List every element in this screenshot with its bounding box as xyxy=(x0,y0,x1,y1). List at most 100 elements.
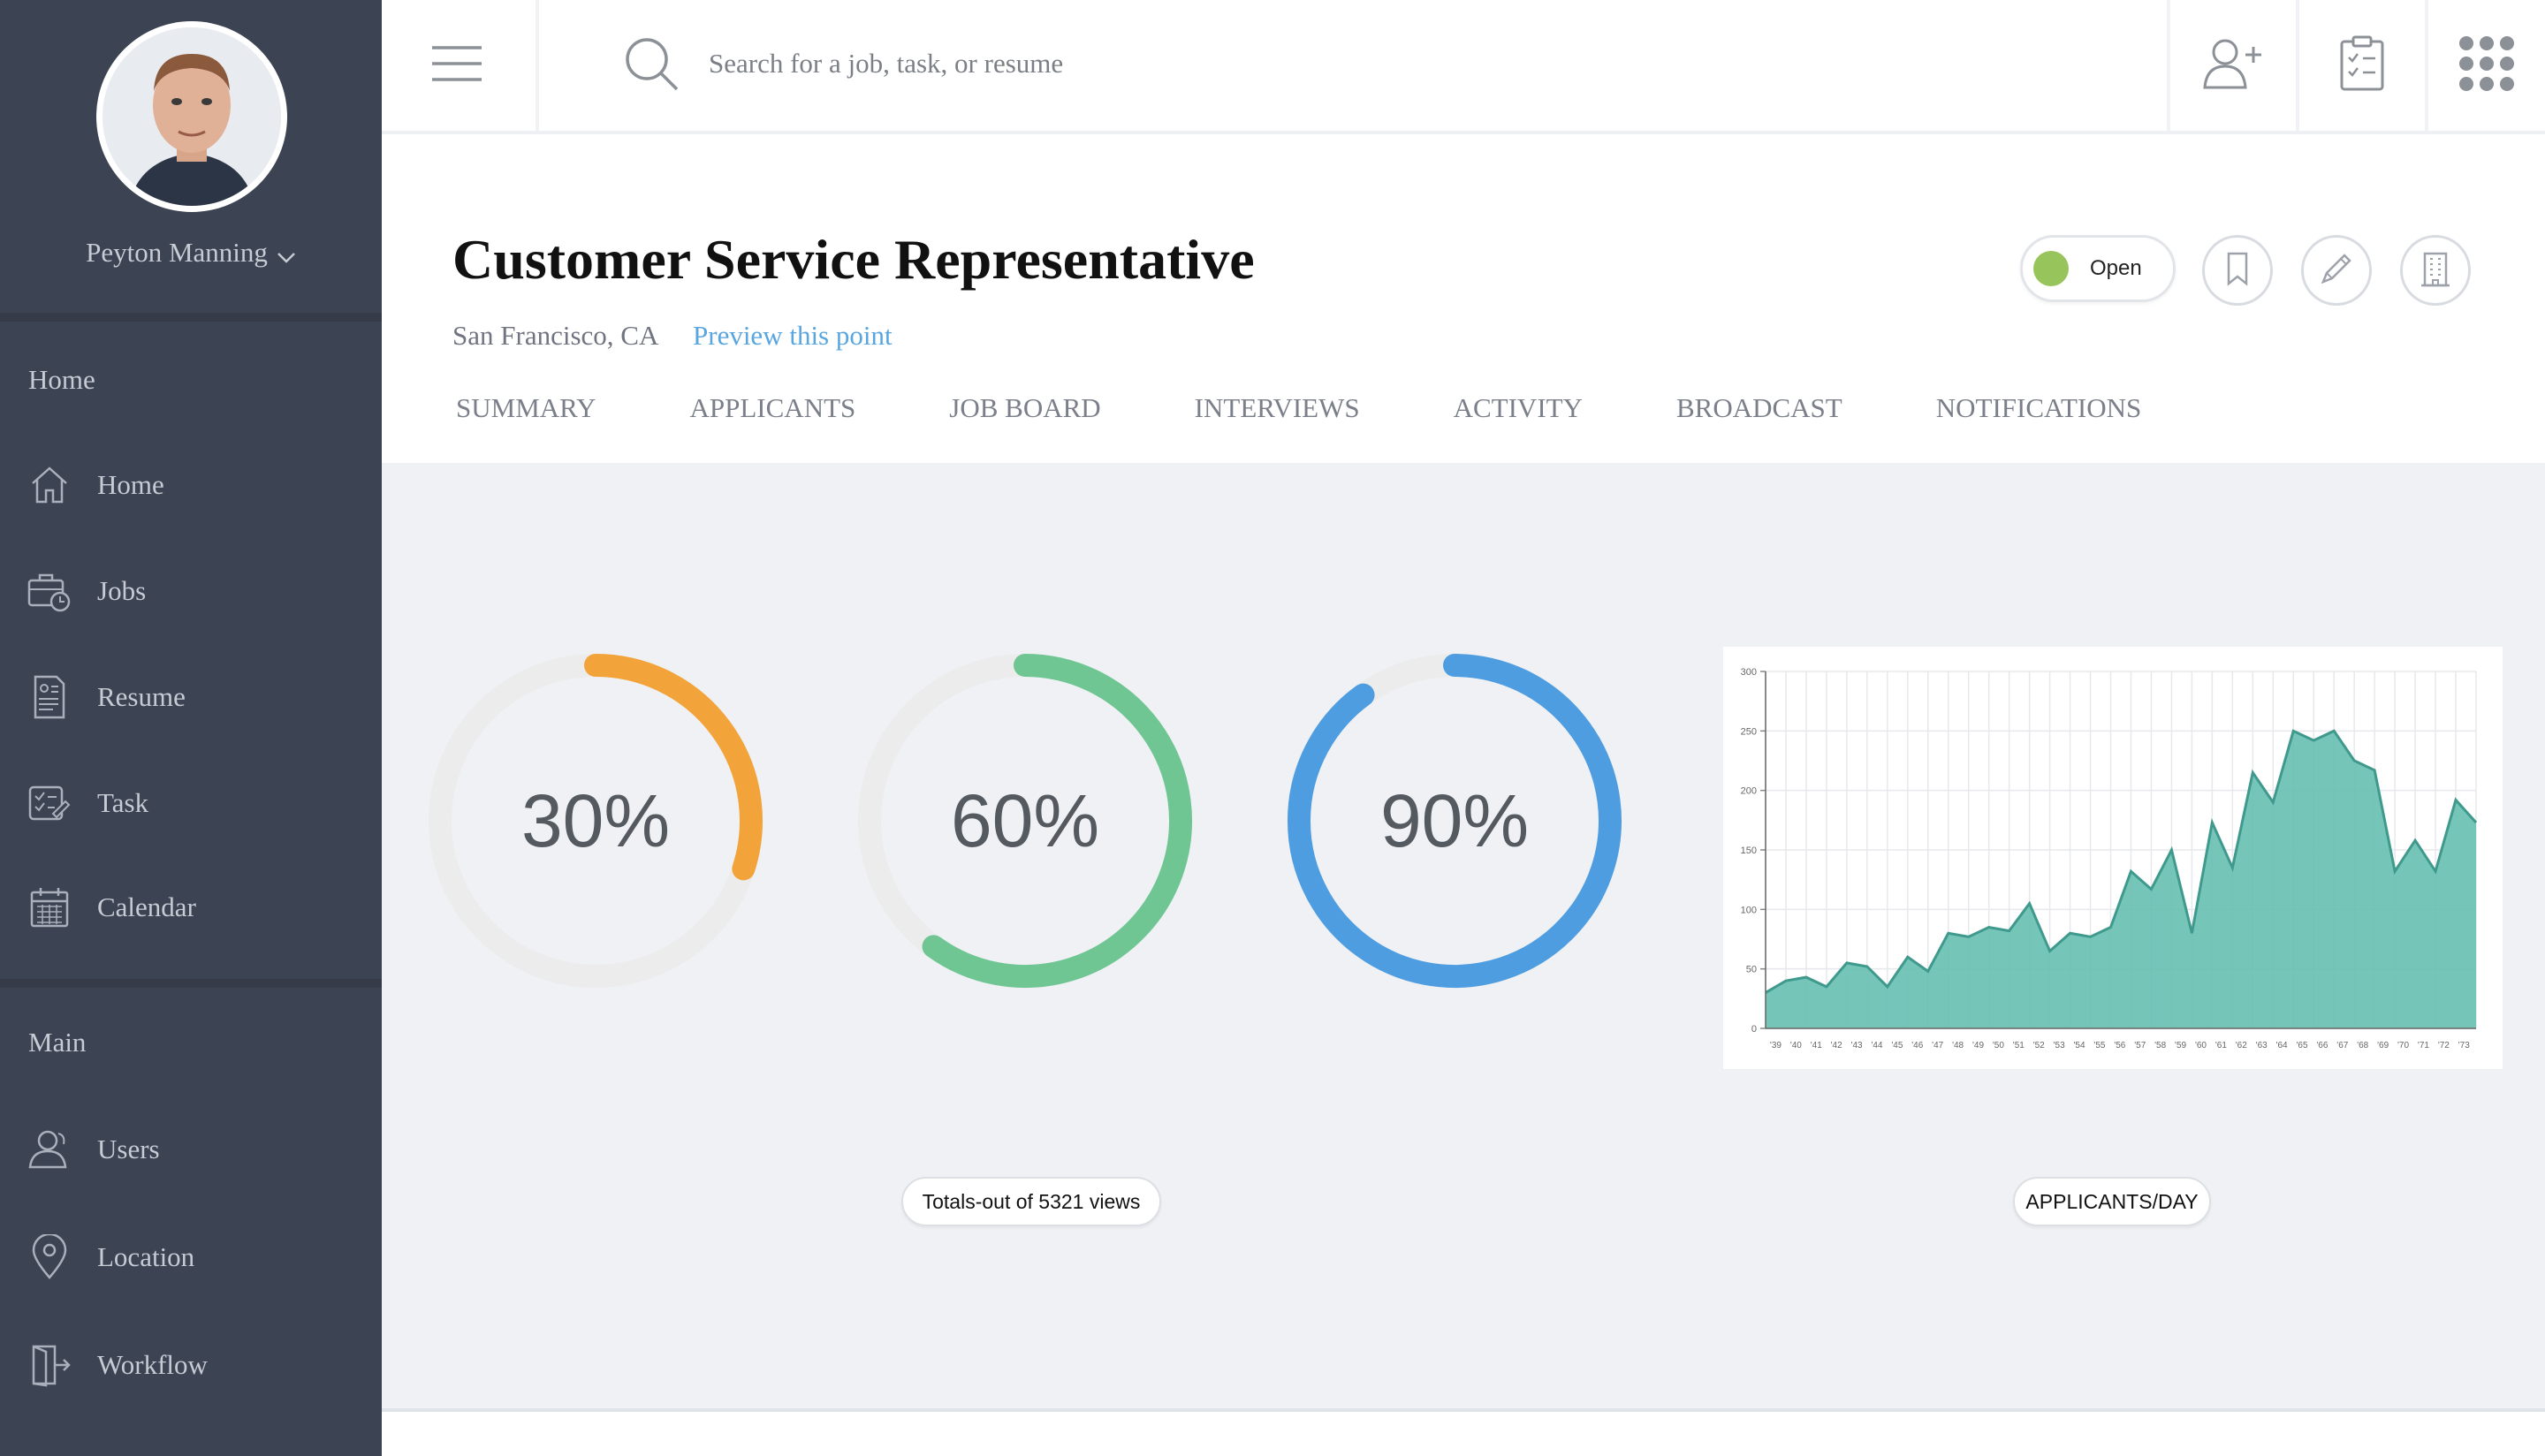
status-label: Open xyxy=(2090,256,2142,280)
y-tick-label: 250 xyxy=(1741,726,1757,737)
applicants-chart: 0 50 100 150 200 250 300 '39 '40 '41 '42 '43 '44 '45 '… xyxy=(1723,647,2503,1069)
workflow-icon xyxy=(25,1340,74,1390)
y-tick-label: 100 xyxy=(1741,905,1757,915)
sidebar-item-location[interactable]: Location xyxy=(0,1217,382,1297)
x-tick-label: '61 xyxy=(2215,1041,2227,1050)
avatar[interactable] xyxy=(96,21,287,212)
pencil-icon xyxy=(2318,250,2355,292)
x-tick-label: '44 xyxy=(1871,1041,1882,1050)
tab-activity[interactable]: ACTIVITY xyxy=(1454,392,1583,424)
chart-caption: APPLICANTS/DAY xyxy=(2013,1177,2211,1226)
sidebar-divider xyxy=(0,979,382,988)
profile-area: Peyton Manning xyxy=(0,0,382,322)
status-toggle[interactable]: Open xyxy=(2020,235,2176,302)
sidebar-item-jobs[interactable]: Jobs xyxy=(0,551,382,631)
tab-interviews[interactable]: INTERVIEWS xyxy=(1195,392,1360,424)
company-button[interactable] xyxy=(2400,235,2471,306)
sidebar-item-workflow[interactable]: Workflow xyxy=(0,1325,382,1405)
x-tick-label: '69 xyxy=(2377,1041,2389,1050)
avatar-photo xyxy=(103,27,281,206)
sidebar-item-resume[interactable]: Resume xyxy=(0,657,382,737)
x-tick-label: '59 xyxy=(2175,1041,2186,1050)
x-tick-label: '54 xyxy=(2074,1041,2085,1050)
x-tick-label: '64 xyxy=(2276,1041,2288,1050)
x-tick-label: '46 xyxy=(1911,1041,1923,1050)
sidebar-item-users[interactable]: Users xyxy=(0,1110,382,1189)
sidebar-item-label: Jobs xyxy=(97,575,147,606)
edit-button[interactable] xyxy=(2301,235,2372,306)
sidebar-item-label: Workflow xyxy=(97,1349,208,1380)
x-tick-label: '57 xyxy=(2134,1041,2146,1050)
clipboard-button[interactable] xyxy=(2299,0,2425,131)
x-tick-label: '40 xyxy=(1790,1041,1802,1050)
x-tick-label: '60 xyxy=(2195,1041,2207,1050)
sidebar-item-task[interactable]: Task xyxy=(0,763,382,843)
sidebar: Peyton Manning Home Home Jobs Resume Tas… xyxy=(0,0,382,1456)
location-pin-icon xyxy=(25,1232,74,1282)
x-tick-label: '66 xyxy=(2316,1041,2328,1050)
donut-chart-3: 90% xyxy=(1281,648,1628,994)
tab-notifications[interactable]: NOTIFICATIONS xyxy=(1936,392,2142,424)
clipboard-check-icon xyxy=(2338,34,2386,97)
x-tick-label: '65 xyxy=(2296,1041,2307,1050)
section-title-home: Home xyxy=(28,364,95,395)
donut-value: 90% xyxy=(1379,778,1530,862)
status-dot xyxy=(2033,251,2069,286)
area-chart-svg: 0 50 100 150 200 250 300 '39 '40 '41 '42 '43 '44 '45 '… xyxy=(1741,667,2478,1050)
job-tabs: SUMMARY APPLICANTS JOB BOARD INTERVIEWS … xyxy=(456,392,2235,424)
job-header: Customer Service Representative San Fran… xyxy=(382,134,2545,463)
search-input[interactable] xyxy=(709,39,1946,88)
donut-value: 30% xyxy=(520,778,671,862)
x-tick-label: '56 xyxy=(2114,1041,2125,1050)
bookmark-button[interactable] xyxy=(2202,235,2273,306)
y-tick-label: 150 xyxy=(1741,846,1757,856)
apps-button[interactable] xyxy=(2428,0,2545,131)
donut-chart-2: 60% xyxy=(852,648,1198,994)
home-icon xyxy=(25,460,74,510)
x-tick-label: '42 xyxy=(1831,1041,1842,1050)
tab-summary[interactable]: SUMMARY xyxy=(456,392,596,424)
apps-grid-icon xyxy=(2458,34,2516,97)
y-tick-label: 200 xyxy=(1741,786,1757,797)
sidebar-item-calendar[interactable]: Calendar xyxy=(0,868,382,947)
chevron-down-icon xyxy=(277,239,296,271)
add-user-button[interactable] xyxy=(2170,0,2296,131)
x-tick-label: '45 xyxy=(1891,1041,1903,1050)
x-tick-label: '53 xyxy=(2054,1041,2065,1050)
tab-broadcast[interactable]: BROADCAST xyxy=(1676,392,1842,424)
sidebar-item-label: Task xyxy=(97,787,149,818)
user-name: Peyton Manning xyxy=(86,237,268,268)
x-tick-label: '50 xyxy=(1993,1041,2004,1050)
x-tick-label: '63 xyxy=(2256,1041,2268,1050)
user-menu[interactable]: Peyton Manning xyxy=(0,237,382,271)
x-tick-label: '67 xyxy=(2336,1041,2348,1050)
x-tick-label: '55 xyxy=(2093,1041,2105,1050)
y-tick-label: 50 xyxy=(1746,965,1757,975)
x-tick-label: '41 xyxy=(1811,1041,1822,1050)
sidebar-item-label: Location xyxy=(97,1241,195,1272)
menu-button[interactable] xyxy=(382,0,532,131)
x-tick-label: '58 xyxy=(2154,1041,2166,1050)
page-title: Customer Service Representative xyxy=(452,228,1255,291)
search-button[interactable] xyxy=(594,0,709,131)
add-user-icon xyxy=(2202,36,2264,95)
sidebar-item-home[interactable]: Home xyxy=(0,445,382,525)
resume-icon xyxy=(25,672,74,722)
footer-area xyxy=(382,1412,2545,1456)
preview-link[interactable]: Preview this point xyxy=(693,320,893,352)
x-tick-label: '62 xyxy=(2236,1041,2247,1050)
menu-icon xyxy=(430,44,483,87)
section-title-main: Main xyxy=(28,1027,87,1058)
x-tick-label: '68 xyxy=(2357,1041,2368,1050)
donut-value: 60% xyxy=(950,778,1100,862)
job-location: San Francisco, CA xyxy=(452,320,659,351)
briefcase-clock-icon xyxy=(25,566,74,616)
x-tick-label: '39 xyxy=(1770,1041,1782,1050)
task-icon xyxy=(25,778,74,828)
tab-job-board[interactable]: JOB BOARD xyxy=(949,392,1100,424)
x-tick-label: '71 xyxy=(2418,1041,2429,1050)
users-icon xyxy=(25,1125,74,1174)
tab-applicants[interactable]: APPLICANTS xyxy=(690,392,856,424)
sidebar-item-label: Users xyxy=(97,1134,160,1164)
bookmark-icon xyxy=(2224,251,2251,291)
